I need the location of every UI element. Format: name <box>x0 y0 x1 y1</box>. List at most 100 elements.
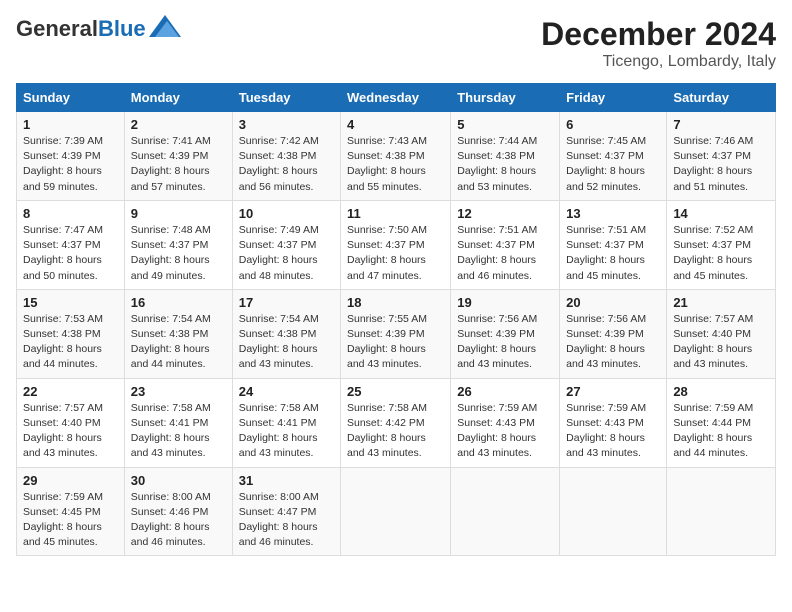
day-number: 15 <box>23 295 118 310</box>
day-info: Sunrise: 7:54 AMSunset: 4:38 PMDaylight:… <box>131 313 211 371</box>
calendar-cell: 18 Sunrise: 7:55 AMSunset: 4:39 PMDaylig… <box>341 289 451 378</box>
day-info: Sunrise: 7:54 AMSunset: 4:38 PMDaylight:… <box>239 313 319 371</box>
day-info: Sunrise: 7:59 AMSunset: 4:44 PMDaylight:… <box>673 402 753 460</box>
calendar-cell <box>451 467 560 556</box>
calendar-cell: 26 Sunrise: 7:59 AMSunset: 4:43 PMDaylig… <box>451 378 560 467</box>
calendar-cell: 12 Sunrise: 7:51 AMSunset: 4:37 PMDaylig… <box>451 200 560 289</box>
calendar-cell: 1 Sunrise: 7:39 AMSunset: 4:39 PMDayligh… <box>17 112 125 201</box>
day-number: 8 <box>23 206 118 221</box>
day-number: 5 <box>457 117 553 132</box>
day-info: Sunrise: 7:47 AMSunset: 4:37 PMDaylight:… <box>23 224 103 282</box>
calendar-cell: 5 Sunrise: 7:44 AMSunset: 4:38 PMDayligh… <box>451 112 560 201</box>
calendar-cell: 4 Sunrise: 7:43 AMSunset: 4:38 PMDayligh… <box>341 112 451 201</box>
day-number: 31 <box>239 473 334 488</box>
day-info: Sunrise: 7:58 AMSunset: 4:41 PMDaylight:… <box>131 402 211 460</box>
day-info: Sunrise: 7:59 AMSunset: 4:43 PMDaylight:… <box>566 402 646 460</box>
day-number: 12 <box>457 206 553 221</box>
weekday-header-row: SundayMondayTuesdayWednesdayThursdayFrid… <box>17 84 776 112</box>
calendar-week-row: 1 Sunrise: 7:39 AMSunset: 4:39 PMDayligh… <box>17 112 776 201</box>
day-info: Sunrise: 7:56 AMSunset: 4:39 PMDaylight:… <box>457 313 537 371</box>
day-number: 27 <box>566 384 660 399</box>
day-info: Sunrise: 7:45 AMSunset: 4:37 PMDaylight:… <box>566 135 646 193</box>
day-info: Sunrise: 7:41 AMSunset: 4:39 PMDaylight:… <box>131 135 211 193</box>
day-number: 21 <box>673 295 769 310</box>
day-info: Sunrise: 7:42 AMSunset: 4:38 PMDaylight:… <box>239 135 319 193</box>
day-number: 1 <box>23 117 118 132</box>
day-number: 13 <box>566 206 660 221</box>
calendar-cell: 8 Sunrise: 7:47 AMSunset: 4:37 PMDayligh… <box>17 200 125 289</box>
calendar-cell <box>560 467 667 556</box>
calendar-cell: 24 Sunrise: 7:58 AMSunset: 4:41 PMDaylig… <box>232 378 340 467</box>
title-area: December 2024 Ticengo, Lombardy, Italy <box>541 16 776 71</box>
calendar-cell: 31 Sunrise: 8:00 AMSunset: 4:47 PMDaylig… <box>232 467 340 556</box>
day-number: 28 <box>673 384 769 399</box>
day-info: Sunrise: 8:00 AMSunset: 4:46 PMDaylight:… <box>131 491 211 549</box>
day-info: Sunrise: 7:50 AMSunset: 4:37 PMDaylight:… <box>347 224 427 282</box>
day-number: 4 <box>347 117 444 132</box>
day-info: Sunrise: 7:52 AMSunset: 4:37 PMDaylight:… <box>673 224 753 282</box>
calendar-cell: 22 Sunrise: 7:57 AMSunset: 4:40 PMDaylig… <box>17 378 125 467</box>
day-number: 9 <box>131 206 226 221</box>
calendar-cell: 30 Sunrise: 8:00 AMSunset: 4:46 PMDaylig… <box>124 467 232 556</box>
day-info: Sunrise: 7:43 AMSunset: 4:38 PMDaylight:… <box>347 135 427 193</box>
calendar-week-row: 22 Sunrise: 7:57 AMSunset: 4:40 PMDaylig… <box>17 378 776 467</box>
calendar-cell: 3 Sunrise: 7:42 AMSunset: 4:38 PMDayligh… <box>232 112 340 201</box>
day-info: Sunrise: 7:51 AMSunset: 4:37 PMDaylight:… <box>566 224 646 282</box>
day-number: 17 <box>239 295 334 310</box>
day-number: 19 <box>457 295 553 310</box>
day-info: Sunrise: 7:48 AMSunset: 4:37 PMDaylight:… <box>131 224 211 282</box>
day-info: Sunrise: 7:58 AMSunset: 4:41 PMDaylight:… <box>239 402 319 460</box>
calendar-cell <box>341 467 451 556</box>
calendar-cell: 20 Sunrise: 7:56 AMSunset: 4:39 PMDaylig… <box>560 289 667 378</box>
day-number: 30 <box>131 473 226 488</box>
calendar-table: SundayMondayTuesdayWednesdayThursdayFrid… <box>16 83 776 556</box>
day-info: Sunrise: 7:53 AMSunset: 4:38 PMDaylight:… <box>23 313 103 371</box>
day-number: 20 <box>566 295 660 310</box>
calendar-week-row: 15 Sunrise: 7:53 AMSunset: 4:38 PMDaylig… <box>17 289 776 378</box>
day-number: 3 <box>239 117 334 132</box>
calendar-cell: 6 Sunrise: 7:45 AMSunset: 4:37 PMDayligh… <box>560 112 667 201</box>
logo-general: General <box>16 16 98 41</box>
calendar-cell: 21 Sunrise: 7:57 AMSunset: 4:40 PMDaylig… <box>667 289 776 378</box>
calendar-cell: 14 Sunrise: 7:52 AMSunset: 4:37 PMDaylig… <box>667 200 776 289</box>
day-info: Sunrise: 7:59 AMSunset: 4:43 PMDaylight:… <box>457 402 537 460</box>
day-number: 25 <box>347 384 444 399</box>
day-info: Sunrise: 7:49 AMSunset: 4:37 PMDaylight:… <box>239 224 319 282</box>
calendar-cell: 19 Sunrise: 7:56 AMSunset: 4:39 PMDaylig… <box>451 289 560 378</box>
day-info: Sunrise: 7:39 AMSunset: 4:39 PMDaylight:… <box>23 135 103 193</box>
calendar-body: 1 Sunrise: 7:39 AMSunset: 4:39 PMDayligh… <box>17 112 776 556</box>
weekday-header: Saturday <box>667 84 776 112</box>
day-info: Sunrise: 7:55 AMSunset: 4:39 PMDaylight:… <box>347 313 427 371</box>
day-info: Sunrise: 7:51 AMSunset: 4:37 PMDaylight:… <box>457 224 537 282</box>
calendar-cell: 28 Sunrise: 7:59 AMSunset: 4:44 PMDaylig… <box>667 378 776 467</box>
weekday-header: Friday <box>560 84 667 112</box>
day-number: 24 <box>239 384 334 399</box>
day-info: Sunrise: 7:57 AMSunset: 4:40 PMDaylight:… <box>23 402 103 460</box>
day-info: Sunrise: 7:44 AMSunset: 4:38 PMDaylight:… <box>457 135 537 193</box>
calendar-cell: 16 Sunrise: 7:54 AMSunset: 4:38 PMDaylig… <box>124 289 232 378</box>
calendar-week-row: 29 Sunrise: 7:59 AMSunset: 4:45 PMDaylig… <box>17 467 776 556</box>
page-header: GeneralBlue December 2024 Ticengo, Lomba… <box>16 16 776 71</box>
calendar-cell: 23 Sunrise: 7:58 AMSunset: 4:41 PMDaylig… <box>124 378 232 467</box>
calendar-cell: 25 Sunrise: 7:58 AMSunset: 4:42 PMDaylig… <box>341 378 451 467</box>
day-number: 14 <box>673 206 769 221</box>
weekday-header: Tuesday <box>232 84 340 112</box>
calendar-cell: 15 Sunrise: 7:53 AMSunset: 4:38 PMDaylig… <box>17 289 125 378</box>
day-number: 29 <box>23 473 118 488</box>
weekday-header: Thursday <box>451 84 560 112</box>
calendar-cell: 9 Sunrise: 7:48 AMSunset: 4:37 PMDayligh… <box>124 200 232 289</box>
day-number: 7 <box>673 117 769 132</box>
calendar-week-row: 8 Sunrise: 7:47 AMSunset: 4:37 PMDayligh… <box>17 200 776 289</box>
calendar-cell: 13 Sunrise: 7:51 AMSunset: 4:37 PMDaylig… <box>560 200 667 289</box>
calendar-cell <box>667 467 776 556</box>
day-number: 11 <box>347 206 444 221</box>
day-number: 16 <box>131 295 226 310</box>
day-number: 10 <box>239 206 334 221</box>
month-title: December 2024 <box>541 16 776 53</box>
day-info: Sunrise: 7:58 AMSunset: 4:42 PMDaylight:… <box>347 402 427 460</box>
calendar-cell: 7 Sunrise: 7:46 AMSunset: 4:37 PMDayligh… <box>667 112 776 201</box>
day-number: 2 <box>131 117 226 132</box>
calendar-cell: 10 Sunrise: 7:49 AMSunset: 4:37 PMDaylig… <box>232 200 340 289</box>
calendar-cell: 27 Sunrise: 7:59 AMSunset: 4:43 PMDaylig… <box>560 378 667 467</box>
logo: GeneralBlue <box>16 16 181 42</box>
